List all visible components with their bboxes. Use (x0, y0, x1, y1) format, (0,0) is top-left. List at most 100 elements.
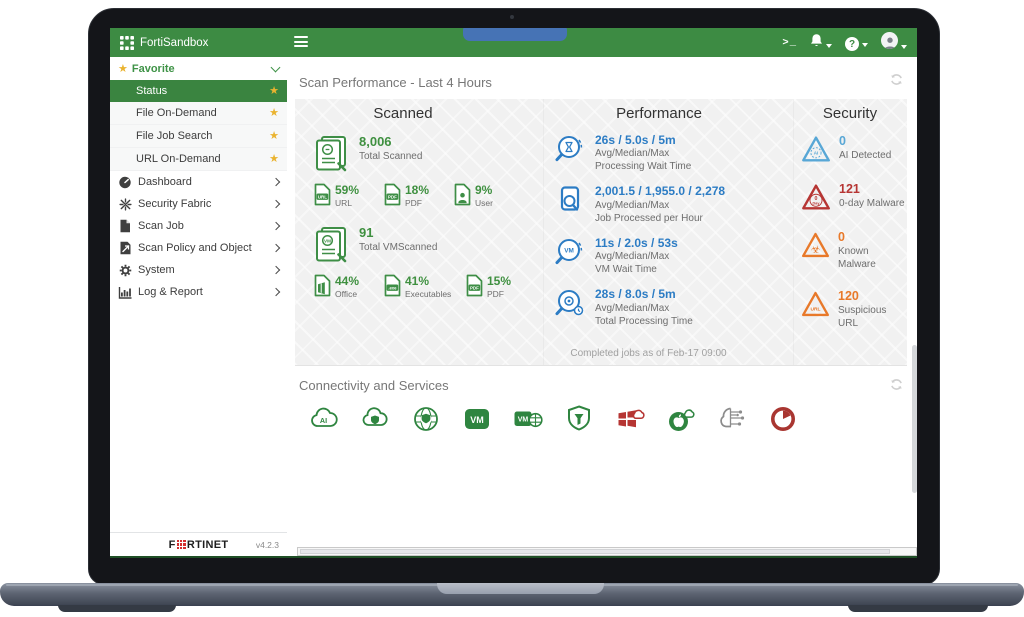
gear-icon (118, 264, 132, 277)
status-timer-icon[interactable] (768, 404, 798, 434)
horizontal-scrollbar[interactable] (297, 547, 917, 556)
user-file-icon (453, 183, 472, 206)
ai-detected-stat: AI 0 AI Detected (800, 134, 907, 164)
svg-text:VM: VM (324, 238, 331, 243)
total-scanned-stat: 8,006 Total Scanned (313, 134, 543, 174)
panel-title: Connectivity and Services (295, 372, 907, 393)
star-icon: ★ (269, 86, 279, 97)
svg-text:Day: Day (813, 202, 821, 206)
caret-down-icon (901, 45, 907, 49)
sidebar-item-scan-job[interactable]: Scan Job (110, 215, 287, 237)
sidebar-footer: F RTINET v4.2.3 (110, 532, 287, 556)
job-doc-icon (554, 184, 588, 218)
stat-pdf: PDF 18% PDF (383, 183, 449, 209)
svg-text:AI: AI (814, 151, 819, 156)
lid-notch (437, 583, 604, 594)
scanned-files-icon (313, 134, 351, 174)
antivirus-shield-icon[interactable] (564, 404, 594, 434)
sidebar-item-file-job-search[interactable]: File Job Search ★ (110, 125, 287, 148)
chevron-right-icon (272, 178, 280, 186)
main-content: Scan Performance - Last 4 Hours Scanned (287, 57, 917, 556)
job-per-hour-stat: 2,001.5 / 1,955.0 / 2,278 Avg/Median/Max… (554, 184, 793, 224)
sidebar-item-favorite[interactable]: ★ Favorite (110, 58, 287, 80)
scanned-breakdown-row: URL 59% URL PDF 18% PDF (313, 183, 543, 209)
fortinet-grid-icon (120, 36, 134, 50)
version-label: v4.2.3 (256, 540, 279, 550)
star-icon: ★ (118, 64, 128, 75)
svg-text:URL: URL (810, 306, 820, 312)
hamburger-menu-icon[interactable] (294, 36, 308, 48)
processing-time-icon (554, 287, 588, 321)
sidebar: ★ Favorite Status ★ File On-Demand ★ Fil… (110, 57, 288, 556)
vm-icon[interactable]: VM (462, 404, 492, 434)
user-avatar-icon (881, 32, 898, 49)
chevron-right-icon (272, 266, 280, 274)
sidebar-item-security-fabric[interactable]: Security Fabric (110, 193, 287, 215)
vm-internet-icon[interactable]: VM (513, 404, 543, 434)
sidebar-item-scan-policy[interactable]: Scan Policy and Object (110, 237, 287, 259)
svg-text:VM: VM (564, 247, 574, 254)
processing-wait-time-stat: 26s / 5.0s / 5m Avg/Median/Max Processin… (554, 133, 793, 173)
sidebar-item-url-on-demand[interactable]: URL On-Demand ★ (110, 148, 287, 171)
stat-user: 9% User (453, 183, 519, 209)
macos-vm-cloud-icon[interactable] (666, 404, 696, 434)
notifications-bell[interactable] (810, 33, 832, 53)
ai-triangle-icon: AI (800, 134, 832, 164)
zero-day-malware-stat: 0 Day 121 0-day Malware (800, 182, 907, 212)
sidebar-item-dashboard[interactable]: Dashboard (110, 171, 287, 193)
windows-vm-cloud-icon[interactable] (615, 404, 645, 434)
sidebar-item-log-report[interactable]: Log & Report (110, 281, 287, 303)
security-fabric-icon (118, 198, 132, 211)
office-file-icon (313, 274, 332, 297)
sidebar-item-status[interactable]: Status ★ (110, 80, 287, 102)
scanned-header: Scanned (313, 105, 493, 122)
star-icon: ★ (269, 154, 279, 165)
sidebar-item-system[interactable]: System (110, 259, 287, 281)
help-menu[interactable]: ? (845, 34, 868, 52)
chevron-right-icon (272, 288, 280, 296)
chevron-down-icon (271, 63, 281, 73)
security-column: Security AI 0 AI Detected (793, 99, 907, 365)
policy-doc-icon (118, 241, 132, 255)
svg-text:.exe: .exe (388, 285, 397, 290)
refresh-icon[interactable] (890, 378, 903, 396)
ai-engine-icon[interactable]: AI (309, 404, 339, 434)
web-filtering-globe-icon[interactable] (411, 404, 441, 434)
blue-tab (463, 28, 567, 41)
scan-performance-body: Scanned 8,006 Total Scanned (295, 99, 907, 365)
machine-learning-brain-icon[interactable] (717, 404, 747, 434)
file-icon (118, 219, 132, 233)
cloud-sandbox-icon[interactable] (360, 404, 390, 434)
caret-down-icon (826, 44, 832, 48)
svg-text:AI: AI (320, 416, 327, 425)
bar-chart-icon (118, 285, 132, 299)
scrollbar-thumb[interactable] (300, 549, 890, 554)
vertical-scrollbar[interactable] (912, 345, 917, 493)
user-menu[interactable] (881, 32, 907, 54)
sidebar-item-file-on-demand[interactable]: File On-Demand ★ (110, 102, 287, 125)
screen-bottom-edge (110, 556, 917, 558)
svg-text:VM: VM (518, 417, 529, 424)
known-malware-stat: ☣ 0 Known Malware (800, 230, 907, 271)
zero-day-triangle-icon: 0 Day (800, 182, 832, 212)
webcam-dot (510, 15, 514, 19)
pdf-file-icon: PDF (465, 274, 484, 297)
scan-performance-panel: Scan Performance - Last 4 Hours Scanned (295, 67, 907, 366)
svg-text:☣: ☣ (811, 244, 821, 256)
chevron-right-icon (272, 222, 280, 230)
dashboard-icon (118, 175, 132, 189)
suspicious-url-stat: URL 120 Suspicious URL (800, 289, 907, 330)
fortinet-logo-grid (177, 540, 186, 549)
total-processing-time-stat: 28s / 8.0s / 5m Avg/Median/Max Total Pro… (554, 287, 793, 327)
completed-jobs-note: Completed jobs as of Feb-17 09:00 (295, 348, 907, 359)
stat-pdf-vm: PDF 15% PDF (465, 274, 531, 300)
vm-breakdown-row: 44% Office .exe 41% Executables (313, 274, 543, 300)
cli-console-icon[interactable]: >_ (782, 37, 797, 49)
laptop-foot-right (848, 605, 988, 612)
svg-text:PDF: PDF (388, 194, 397, 199)
stat-url: URL 59% URL (313, 183, 379, 209)
services-row: AI (309, 404, 798, 434)
chevron-right-icon (272, 244, 280, 252)
stat-executables: .exe 41% Executables (383, 274, 461, 300)
refresh-icon[interactable] (890, 73, 903, 91)
